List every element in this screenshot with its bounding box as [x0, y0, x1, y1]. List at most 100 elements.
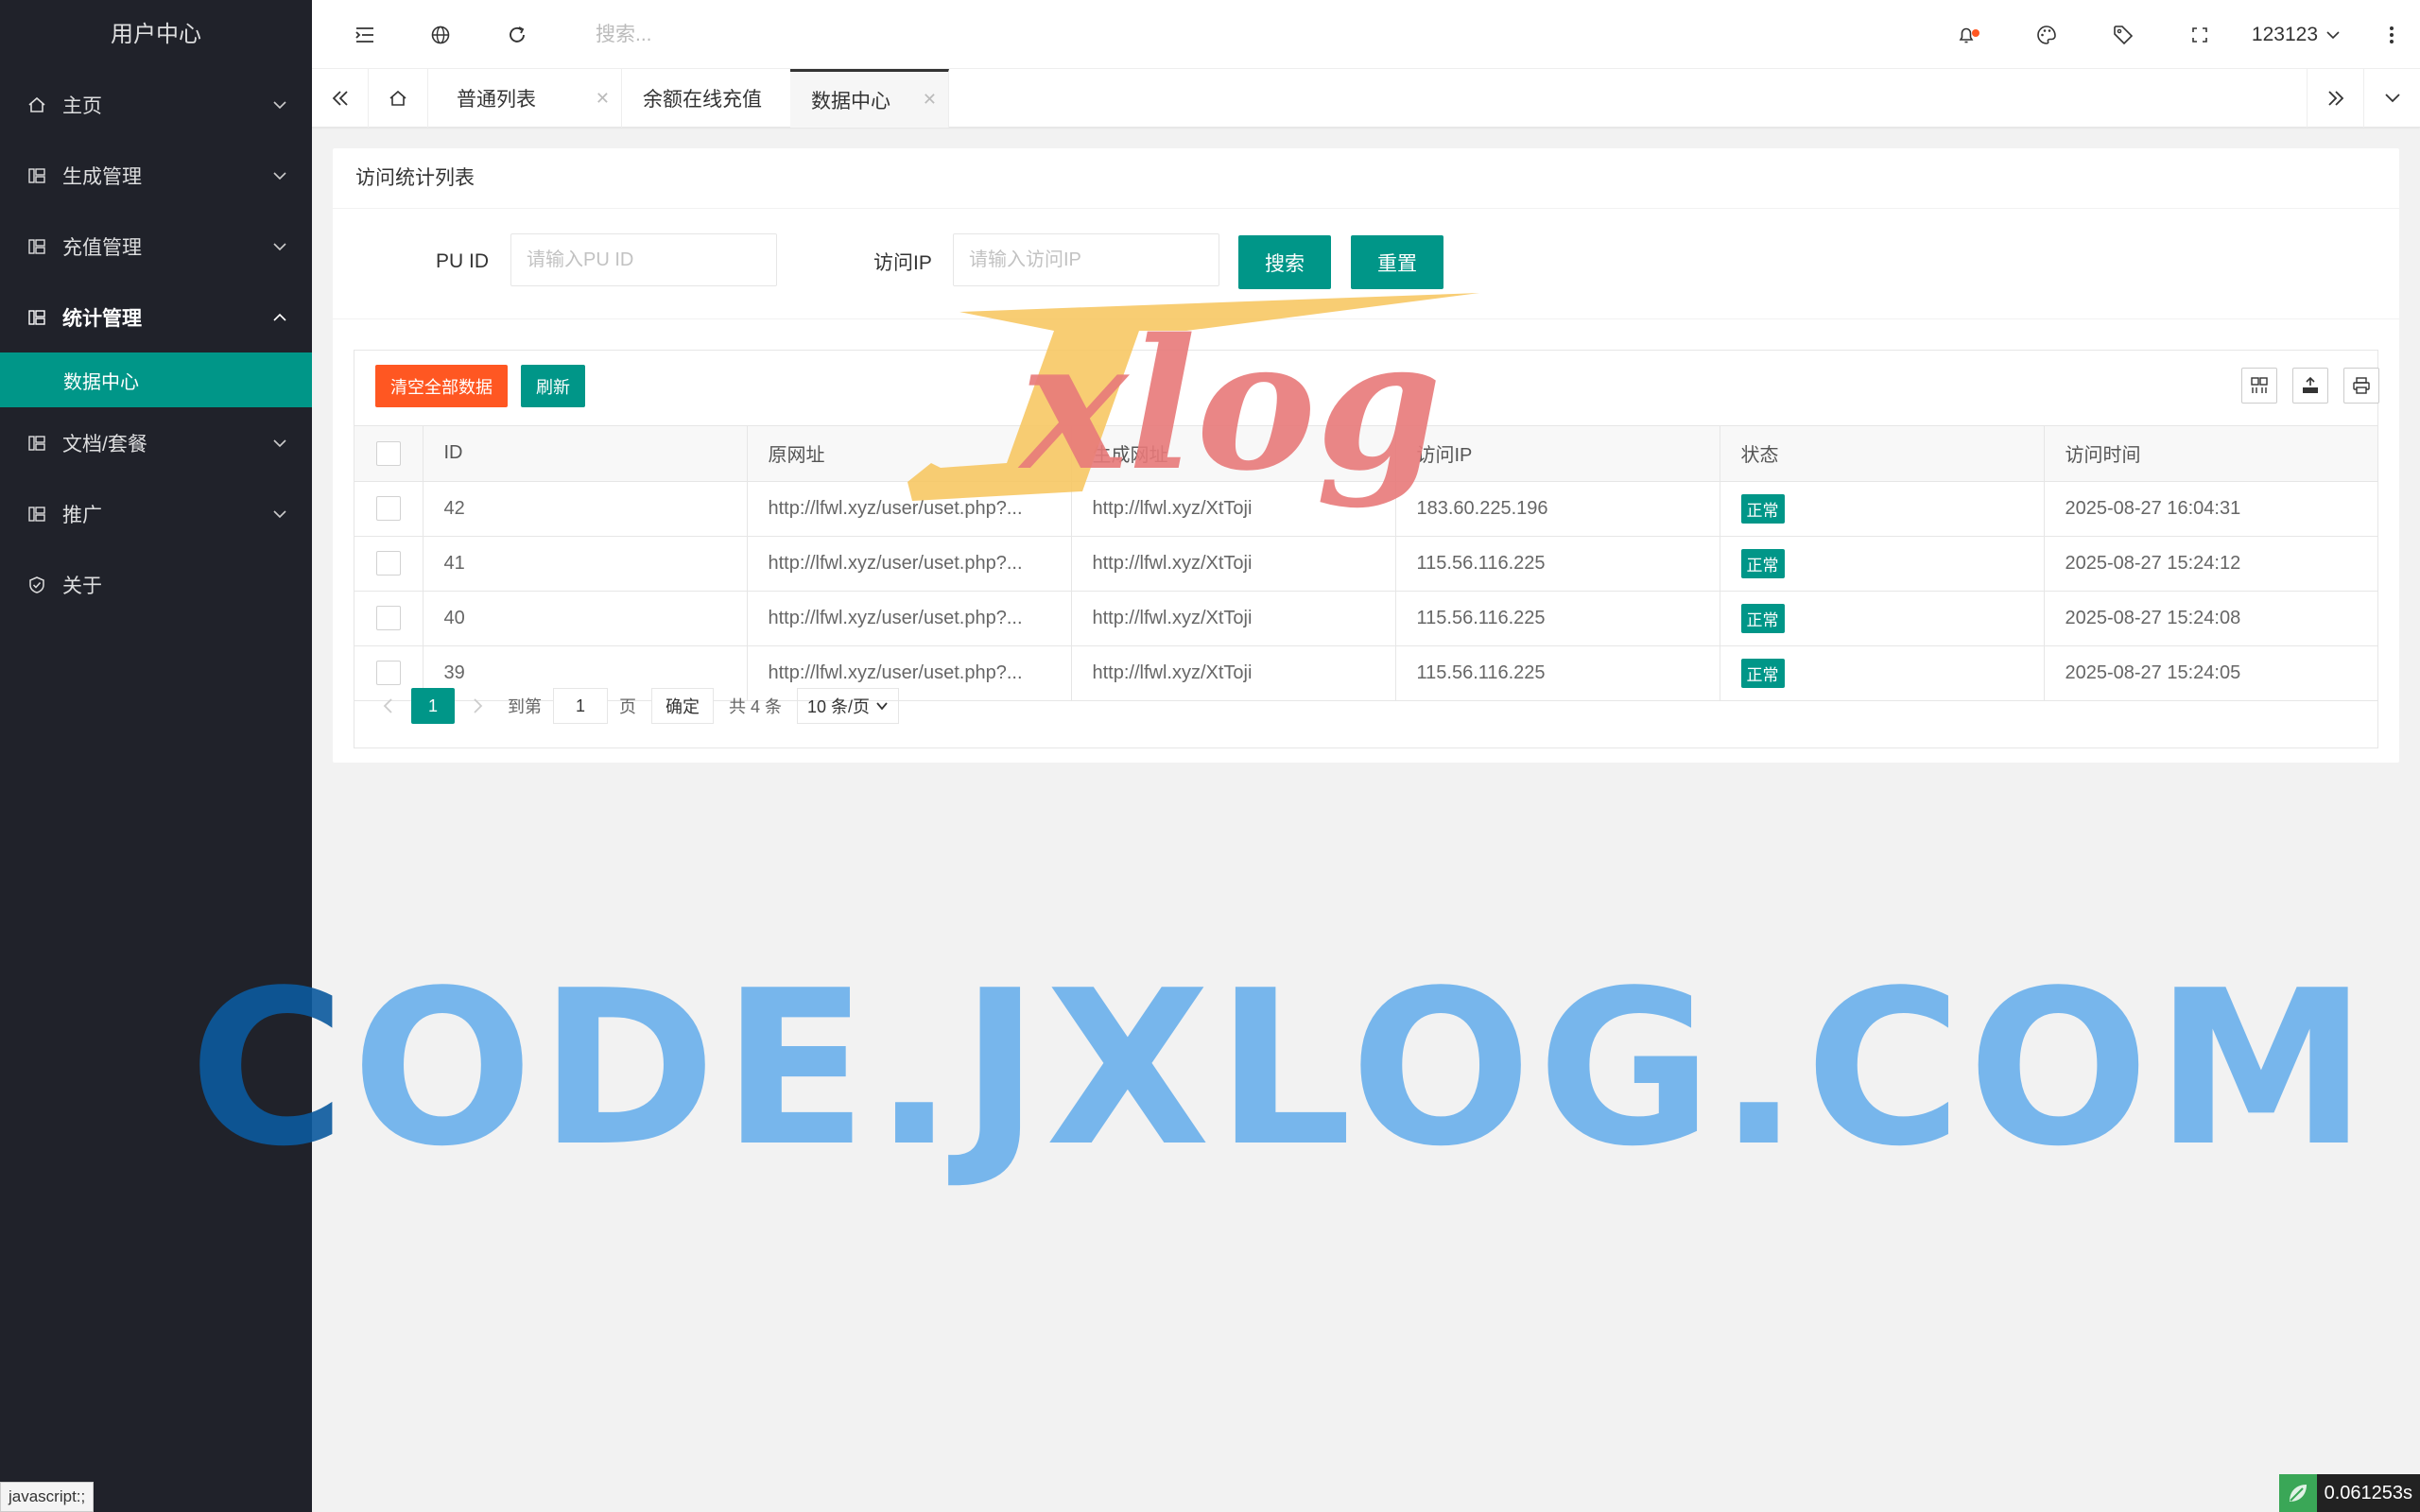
- select-all-checkbox[interactable]: [375, 440, 401, 466]
- goto-page-input[interactable]: [553, 688, 608, 724]
- refresh-button[interactable]: 刷新: [521, 365, 585, 407]
- cell-id: 41: [423, 536, 748, 592]
- watermark-text: ODE.JXLOG.COM: [351, 945, 2374, 1194]
- table-row: 42 http://lfwl.xyz/user/uset.php?... htt…: [354, 481, 2378, 537]
- data-table-container: 清空全部数据 刷新 ID 原网址 生成网址 访问IP 状态 访问时间 42 ht…: [354, 350, 2379, 748]
- puid-label: PU ID: [436, 250, 490, 272]
- sidebar-item-label: 充值管理: [62, 236, 142, 259]
- search-button[interactable]: 搜索: [1238, 235, 1331, 289]
- puid-input[interactable]: [510, 233, 777, 286]
- sidebar-item-home[interactable]: 主页: [0, 69, 312, 140]
- chevron-down-icon: [876, 702, 888, 711]
- current-page-button[interactable]: 1: [411, 688, 455, 724]
- tab-label: 余额在线充值: [643, 89, 762, 111]
- chevron-down-icon: [2326, 30, 2340, 39]
- column-header[interactable]: 生成网址: [1071, 426, 1396, 482]
- sidebar-subitem-data-center[interactable]: 数据中心: [0, 352, 312, 407]
- page-size-select[interactable]: 10 条/页: [797, 688, 900, 724]
- print-icon[interactable]: [2343, 368, 2379, 404]
- ip-input[interactable]: [953, 233, 1219, 286]
- page-unit-label: 页: [619, 697, 636, 716]
- chevron-down-icon: [270, 95, 289, 114]
- divider: [333, 318, 2399, 319]
- sidebar-item-about[interactable]: 关于: [0, 549, 312, 620]
- more-vertical-icon[interactable]: [2363, 0, 2420, 69]
- row-checkbox[interactable]: [375, 496, 401, 521]
- sidebar-item-promote[interactable]: 推广: [0, 478, 312, 549]
- column-header[interactable]: 原网址: [747, 426, 1072, 482]
- tab-label: 普通列表: [457, 89, 536, 111]
- total-count: 共 4 条: [729, 697, 783, 716]
- chevron-down-icon: [270, 237, 289, 256]
- sidebar-item-recharge[interactable]: 充值管理: [0, 211, 312, 282]
- next-page-icon[interactable]: [460, 689, 494, 723]
- sidebar-item-docs[interactable]: 文档/套餐: [0, 407, 312, 478]
- table-row: 40 http://lfwl.xyz/user/uset.php?... htt…: [354, 591, 2378, 646]
- tabs-scroll-left-icon[interactable]: [312, 69, 369, 128]
- table-row: 41 http://lfwl.xyz/user/uset.php?... htt…: [354, 536, 2378, 592]
- sidebar-item-label: 文档/套餐: [62, 433, 147, 455]
- cell-ip: 115.56.116.225: [1395, 591, 1720, 646]
- cell-time: 2025-08-27 15:24:08: [2044, 591, 2378, 646]
- globe-icon[interactable]: [412, 0, 469, 69]
- tabs-scroll-right-icon[interactable]: [2307, 69, 2363, 128]
- card-title: 访问统计列表: [333, 148, 2399, 209]
- prev-page-icon[interactable]: [372, 689, 406, 723]
- ip-form-item: 访问IP: [873, 235, 932, 288]
- tab-home-icon[interactable]: [369, 69, 428, 128]
- cell-id: 42: [423, 481, 748, 537]
- cell-ip: 183.60.225.196: [1395, 481, 1720, 537]
- load-timer: 0.061253s: [2278, 1474, 2420, 1512]
- stats-card: 访问统计列表 PU ID 访问IP 搜索 重置 清空全部数据 刷新: [333, 148, 2399, 763]
- status-badge: 正常: [1740, 603, 1785, 633]
- column-header[interactable]: ID: [423, 426, 748, 482]
- refresh-icon[interactable]: [489, 0, 545, 69]
- close-icon[interactable]: ✕: [923, 90, 937, 110]
- clear-all-button[interactable]: 清空全部数据: [375, 365, 508, 407]
- column-header[interactable]: 状态: [1720, 426, 2045, 482]
- grid-icon: [26, 307, 47, 328]
- table-header-row: ID 原网址 生成网址 访问IP 状态 访问时间: [354, 426, 2378, 482]
- goto-confirm-button[interactable]: 确定: [651, 688, 714, 724]
- column-header[interactable]: 访问IP: [1395, 426, 1720, 482]
- tab-bar: 普通列表 ✕ 余额在线充值 ✕ 数据中心 ✕: [312, 69, 2420, 128]
- cell-generated-url: http://lfwl.xyz/XtToji: [1071, 591, 1396, 646]
- chevron-down-icon: [270, 166, 289, 185]
- close-icon[interactable]: ✕: [596, 89, 610, 109]
- page-size-value: 10 条/页: [807, 697, 871, 716]
- row-checkbox[interactable]: [375, 551, 401, 576]
- pagination: 1 到第 页 确定 共 4 条 10 条/页: [354, 678, 2377, 734]
- sidebar-item-label: 主页: [62, 94, 102, 117]
- chevron-up-icon: [270, 308, 289, 327]
- tag-icon[interactable]: [2095, 0, 2152, 69]
- cell-status: 正常: [1720, 536, 2045, 592]
- column-header[interactable]: 访问时间: [2044, 426, 2378, 482]
- tab-normal-list[interactable]: 普通列表 ✕: [428, 69, 622, 128]
- row-select-cell: [354, 591, 424, 646]
- tabs-menu-chevron-down-icon[interactable]: [2363, 69, 2420, 128]
- user-menu[interactable]: 123123: [2252, 0, 2341, 69]
- ip-label: 访问IP: [873, 252, 932, 274]
- columns-filter-icon[interactable]: [2241, 368, 2277, 404]
- export-icon[interactable]: [2292, 368, 2328, 404]
- row-select-cell: [354, 536, 424, 592]
- sidebar-item-label: 推广: [62, 504, 102, 526]
- cell-original-url: http://lfwl.xyz/user/uset.php?...: [747, 536, 1072, 592]
- tab-balance-recharge[interactable]: 余额在线充值 ✕: [622, 69, 819, 128]
- bell-icon[interactable]: [1942, 0, 1998, 69]
- sidebar-item-stats[interactable]: 统计管理: [0, 282, 312, 352]
- tab-data-center[interactable]: 数据中心 ✕: [790, 69, 949, 128]
- grid-icon: [26, 504, 47, 524]
- cell-generated-url: http://lfwl.xyz/XtToji: [1071, 536, 1396, 592]
- header-search-input[interactable]: [596, 17, 974, 53]
- menu-collapse-icon[interactable]: [337, 0, 393, 69]
- theme-palette-icon[interactable]: [2018, 0, 2075, 69]
- row-checkbox[interactable]: [375, 606, 401, 630]
- sidebar-item-generate[interactable]: 生成管理: [0, 140, 312, 211]
- fullscreen-icon[interactable]: [2171, 0, 2228, 69]
- cell-status: 正常: [1720, 591, 2045, 646]
- sidebar-title: 用户中心: [111, 22, 201, 47]
- reset-button[interactable]: 重置: [1351, 235, 1443, 289]
- status-badge: 正常: [1740, 493, 1785, 524]
- row-select-cell: [354, 481, 424, 537]
